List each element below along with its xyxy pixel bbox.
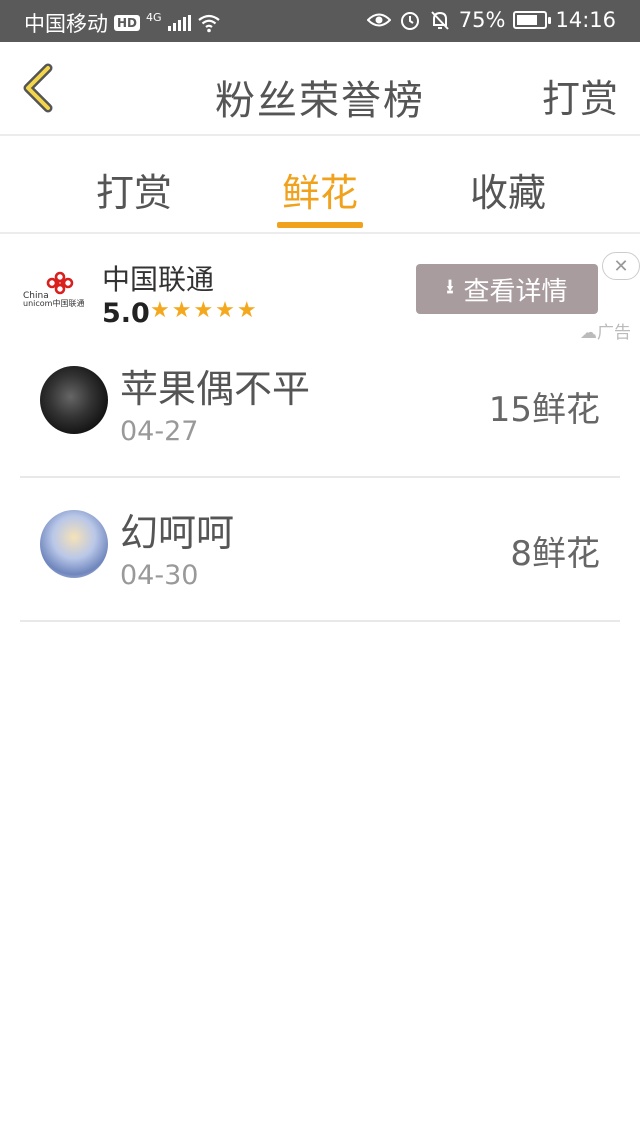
- view-details-label: 查看详情: [463, 276, 568, 307]
- network-type: 4G: [146, 10, 162, 24]
- date: 04-30: [120, 560, 199, 591]
- ad-title: 中国联通: [102, 263, 215, 296]
- eye-icon: [366, 13, 391, 27]
- tab-bar: 打赏 鲜花 收藏: [0, 136, 640, 234]
- clock: 14:16: [555, 8, 616, 32]
- avatar[interactable]: [40, 366, 108, 434]
- flower-count: 15鲜花: [488, 390, 600, 430]
- flower-count: 8鲜花: [510, 534, 600, 574]
- mute-bell-icon: [431, 11, 449, 30]
- active-tab-indicator: [277, 222, 363, 228]
- signal-icon: [167, 15, 191, 31]
- unicom-logo: China unicom中国联通: [22, 268, 84, 308]
- ad-rating: 5.0: [102, 298, 150, 329]
- ad-banner[interactable]: China unicom中国联通 中国联通 5.0 ★★★★★ ⭳ 查看详情 ✕…: [0, 236, 640, 343]
- rating-stars: ★★★★★: [150, 298, 259, 323]
- avatar[interactable]: [40, 510, 108, 578]
- tab-favorites[interactable]: 收藏: [448, 162, 568, 217]
- battery-icon: [513, 11, 552, 29]
- status-left: 中国移动 HD 4G: [24, 8, 221, 38]
- status-bar: 中国移动 HD 4G 75% 14:16: [0, 0, 640, 42]
- header: 粉丝荣誉榜 打赏: [0, 42, 640, 136]
- tab-tip[interactable]: 打赏: [74, 162, 194, 217]
- fan-list: 苹果偶不平 04-27 15鲜花 幻呵呵 04-30 8鲜花: [20, 334, 620, 622]
- download-icon: ⭳: [446, 274, 454, 298]
- alarm-icon: [400, 12, 419, 30]
- tab-flowers[interactable]: 鲜花: [260, 162, 380, 217]
- user-name: 幻呵呵: [120, 511, 235, 555]
- list-item[interactable]: 苹果偶不平 04-27 15鲜花: [20, 334, 620, 478]
- hd-badge: HD: [114, 15, 141, 31]
- carrier-label: 中国移动: [24, 12, 108, 36]
- user-name: 苹果偶不平: [120, 367, 311, 411]
- view-details-button[interactable]: ⭳ 查看详情: [416, 264, 598, 314]
- battery-percent: 75%: [458, 8, 506, 32]
- wifi-icon: [197, 14, 220, 33]
- status-right: 75% 14:16: [366, 8, 616, 32]
- list-item[interactable]: 幻呵呵 04-30 8鲜花: [20, 478, 620, 622]
- ad-close-button[interactable]: ✕: [602, 252, 640, 280]
- date: 04-27: [120, 416, 199, 447]
- svg-text:unicom中国联通: unicom中国联通: [23, 298, 84, 308]
- tip-button[interactable]: 打赏: [542, 68, 618, 123]
